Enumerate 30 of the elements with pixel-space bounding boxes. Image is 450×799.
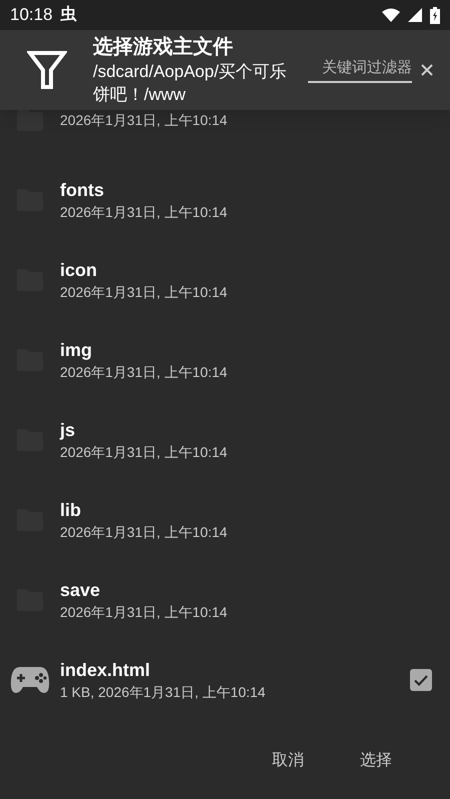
file-name: js — [60, 419, 76, 442]
folder-path: /sdcard/AopAop/买个可乐饼吧！/www — [93, 61, 288, 106]
file-details: 2026年1月31日, 上午10:14 — [60, 523, 228, 542]
file-details: 2026年1月31日, 上午10:14 — [60, 111, 228, 130]
close-icon[interactable] — [421, 64, 433, 76]
notification-glyph: 虫 — [60, 4, 77, 25]
check-icon — [414, 674, 428, 686]
status-time: 10:18 — [10, 4, 53, 26]
file-name: icon — [60, 259, 98, 282]
gamepad-icon — [10, 666, 50, 694]
dialog-button[interactable]: 选择 — [352, 745, 400, 777]
file-name: index.html — [60, 659, 152, 682]
dialog-button[interactable]: 取消 — [264, 745, 312, 777]
filter-field[interactable]: 关键词过滤器 — [308, 56, 412, 84]
battery-icon — [430, 6, 440, 24]
file-details: 2026年1月31日, 上午10:14 — [60, 603, 228, 622]
wifi-icon — [382, 8, 400, 22]
file-details: 1 KB, 2026年1月31日, 上午10:14 — [60, 683, 266, 702]
signal-icon — [408, 8, 422, 22]
file-name: save — [60, 579, 102, 602]
file-details: 2026年1月31日, 上午10:14 — [60, 363, 228, 382]
file-name: img — [60, 339, 94, 362]
checkbox[interactable] — [410, 669, 432, 691]
file-details: 2026年1月31日, 上午10:14 — [60, 443, 228, 462]
file-details: 2026年1月31日, 上午10:14 — [60, 283, 228, 302]
file-name: fonts — [60, 179, 105, 202]
file-details: 2026年1月31日, 上午10:14 — [60, 203, 228, 222]
filter-icon — [27, 50, 67, 90]
file-name: lib — [60, 499, 82, 522]
dialog-title: 选择游戏主文件 — [93, 34, 234, 60]
